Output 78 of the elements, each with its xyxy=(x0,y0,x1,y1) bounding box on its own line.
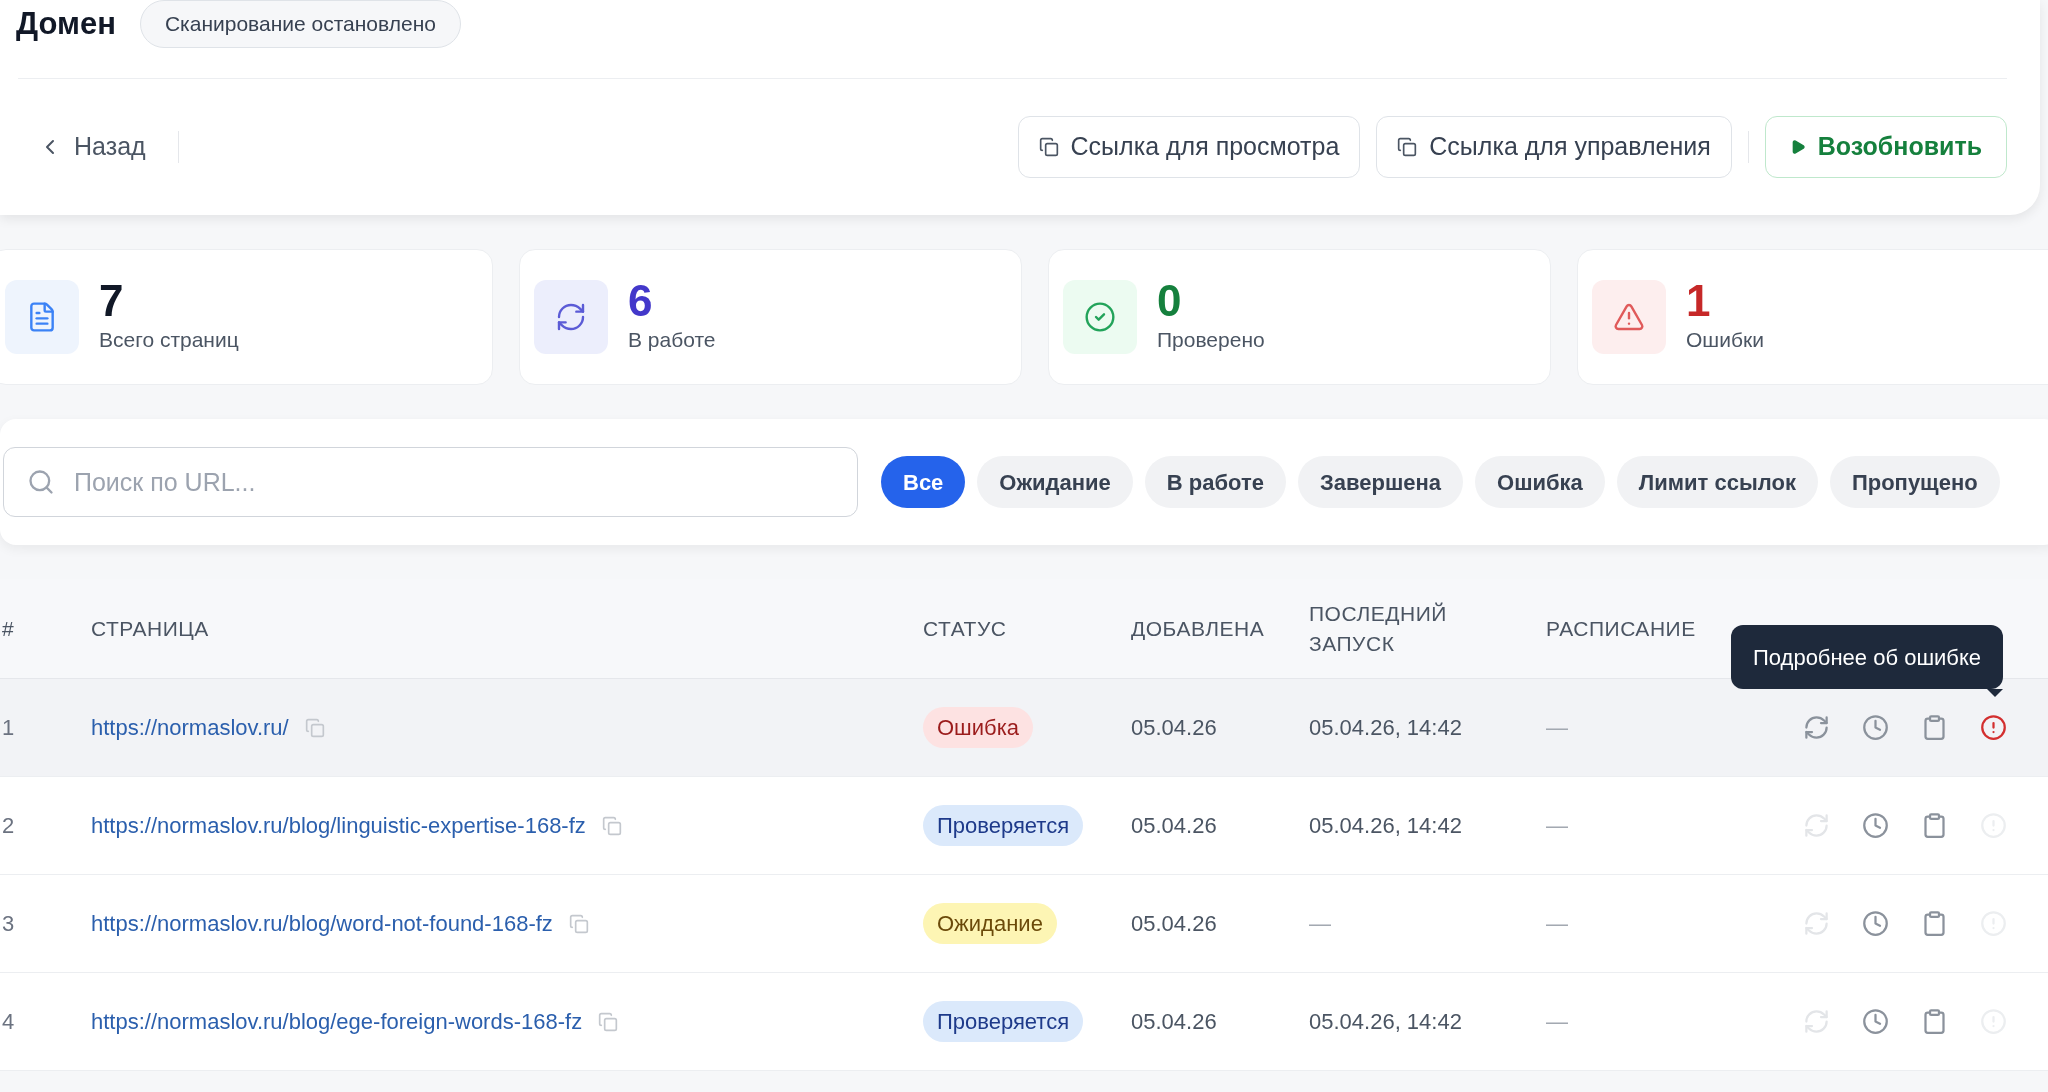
copy-link-button[interactable]: Ссылка для управления xyxy=(1376,116,1732,178)
status-pill: Проверяется xyxy=(923,805,1084,846)
column-header: РАСПИСАНИЕ xyxy=(1546,615,1697,642)
clipboard-icon[interactable] xyxy=(1921,1008,1948,1035)
copy-icon[interactable] xyxy=(568,913,589,934)
copy-link-button[interactable]: Ссылка для просмотра xyxy=(1017,116,1361,178)
back-link[interactable]: Назад xyxy=(38,128,146,166)
added-date: 05.04.26 xyxy=(1131,910,1218,938)
tooltip: Подробнее об ошибке xyxy=(1731,625,2004,689)
clipboard-icon[interactable] xyxy=(1921,910,1948,937)
search-field[interactable]: Поиск по URL... xyxy=(3,447,858,517)
filter-tab[interactable]: Ожидание xyxy=(977,456,1133,508)
retry-icon[interactable] xyxy=(1803,714,1830,741)
clipboard-icon[interactable] xyxy=(1921,714,1948,741)
clock-icon[interactable] xyxy=(1862,1008,1889,1035)
check-circle-icon xyxy=(1084,301,1116,333)
stat-value: 1 xyxy=(1686,278,1712,325)
added-date: 05.04.26 xyxy=(1131,812,1218,840)
row-number: 3 xyxy=(1,910,16,938)
status-badge: Сканирование остановлено xyxy=(139,0,461,48)
column-header: СТРАНИЦА xyxy=(91,615,210,642)
copy-icon xyxy=(1038,137,1059,157)
last-run: 05.04.26, 14:42 xyxy=(1309,714,1463,742)
stat-label: Ошибки xyxy=(1686,327,1764,354)
page-link[interactable]: https://normaslov.ru/blog/ege-foreign-words-168-fz xyxy=(91,1005,583,1038)
schedule-value: — xyxy=(1546,910,1569,938)
page-link[interactable]: https://normaslov.ru/blog/linguistic-expertise-168-fz xyxy=(91,809,586,842)
stat-value: 6 xyxy=(628,278,654,325)
added-date: 05.04.26 xyxy=(1131,1008,1218,1036)
warning-icon xyxy=(1613,301,1645,333)
table-row[interactable]: 2 https://normaslov.ru/blog/linguistic-expertise-168-fz Проверяется 05.04.26 05.04.26, 14:42 — xyxy=(0,777,2048,875)
column-header: ПОСЛЕДНИЙ ЗАПУСК xyxy=(1309,600,1448,657)
refresh-icon xyxy=(555,301,587,333)
column-header: # xyxy=(1,615,16,642)
status-pill: Ошибка xyxy=(923,707,1033,748)
column-header: СТАТУС xyxy=(923,615,1008,642)
row-number: 1 xyxy=(1,714,16,742)
row-number: 2 xyxy=(1,812,16,840)
copy-icon xyxy=(1397,137,1418,157)
search-icon xyxy=(27,468,55,496)
status-pill: Ожидание xyxy=(923,903,1057,944)
page-link[interactable]: https://normaslov.ru/ xyxy=(91,711,289,744)
status-pill: Проверяется xyxy=(923,1001,1084,1042)
stat-value: 0 xyxy=(1157,278,1183,325)
table-row[interactable]: 3 https://normaslov.ru/blog/word-not-found-168-fz Ожидание 05.04.26 — — xyxy=(0,875,2048,973)
clock-icon[interactable] xyxy=(1862,714,1889,741)
last-run: 05.04.26, 14:42 xyxy=(1309,812,1463,840)
stat-label: Всего страниц xyxy=(99,327,239,354)
clock-icon[interactable] xyxy=(1862,910,1889,937)
added-date: 05.04.26 xyxy=(1131,714,1218,742)
copy-icon[interactable] xyxy=(598,1011,619,1032)
schedule-value: — xyxy=(1546,1008,1569,1036)
resume-button[interactable]: Возобновить xyxy=(1764,116,2007,178)
table-row[interactable]: 1 https://normaslov.ru/ Ошибка 05.04.26 05.04.26, 14:42 — xyxy=(0,679,2048,777)
clipboard-icon[interactable] xyxy=(1921,812,1948,839)
copy-icon[interactable] xyxy=(601,815,622,836)
error-info-icon[interactable] xyxy=(1980,714,2007,741)
stat-label: Проверено xyxy=(1157,327,1265,354)
schedule-value: — xyxy=(1546,812,1569,840)
schedule-value: — xyxy=(1546,714,1569,742)
row-number: 4 xyxy=(1,1008,16,1036)
tooltip-pointer xyxy=(1987,689,2003,697)
stat-value: 7 xyxy=(99,278,125,325)
last-run: — xyxy=(1309,910,1332,938)
filter-tab[interactable]: Все xyxy=(881,456,966,508)
last-run: 05.04.26, 14:42 xyxy=(1309,1008,1463,1036)
page-title: Домен xyxy=(16,4,116,43)
clock-icon[interactable] xyxy=(1862,812,1889,839)
filter-tab[interactable]: Лимит ссылок xyxy=(1616,456,1818,508)
column-header: ДОБАВЛЕНА xyxy=(1131,615,1266,642)
table-row[interactable]: 4 https://normaslov.ru/blog/ege-foreign-words-168-fz Проверяется 05.04.26 05.04.26, 14:42 — xyxy=(0,973,2048,1071)
stat-label: В работе xyxy=(628,327,716,354)
filter-tab[interactable]: Завершена xyxy=(1298,456,1464,508)
page-link[interactable]: https://normaslov.ru/blog/word-not-found-168-fz xyxy=(91,907,553,940)
copy-icon[interactable] xyxy=(304,717,325,738)
filter-tab[interactable]: Ошибка xyxy=(1475,456,1605,508)
filter-tab[interactable]: Пропущено xyxy=(1829,456,2000,508)
filter-tab[interactable]: В работе xyxy=(1144,456,1286,508)
